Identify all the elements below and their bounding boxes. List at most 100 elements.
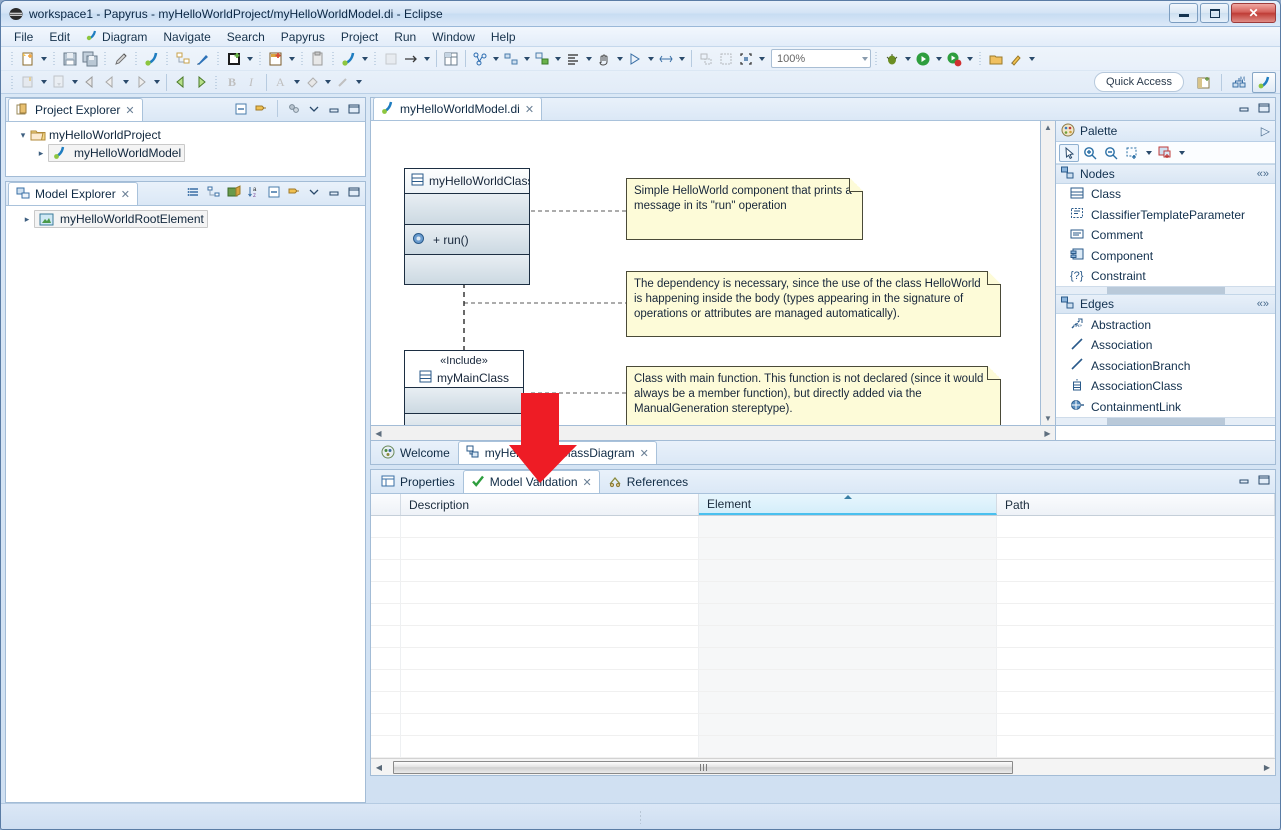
toolbar-grip[interactable] <box>258 51 263 66</box>
close-icon[interactable]: ✕ <box>583 476 592 489</box>
prev-dropdown[interactable] <box>120 73 131 92</box>
palette-item-component[interactable]: Component <box>1056 245 1275 266</box>
font-color-dropdown[interactable] <box>291 73 302 92</box>
run-dropdown[interactable] <box>933 49 944 68</box>
table-row[interactable] <box>371 582 1275 604</box>
palette-group-nodes[interactable]: Nodes «» <box>1056 164 1275 184</box>
toolbar-grip[interactable] <box>165 51 170 66</box>
maximize-button[interactable] <box>1200 3 1229 23</box>
open-perspective-icon[interactable] <box>1194 73 1214 92</box>
close-icon[interactable]: ✕ <box>121 188 130 201</box>
column-header-description[interactable]: Description <box>401 494 699 515</box>
palette-item-constraint[interactable]: {?} Constraint <box>1056 266 1275 287</box>
palette-edges-scroll[interactable] <box>1056 416 1275 425</box>
table-row[interactable] <box>371 714 1275 736</box>
menu-run[interactable]: Run <box>387 28 423 46</box>
canvas-horizontal-scrollbar[interactable]: ◀ ▶ <box>370 426 1056 441</box>
table-row[interactable] <box>371 560 1275 582</box>
scroll-thumb[interactable] <box>393 760 1013 774</box>
fit-icon[interactable] <box>736 49 756 68</box>
fill-color-dropdown[interactable] <box>322 73 333 92</box>
chevron-down-icon[interactable]: ▾ <box>16 130 30 141</box>
hand-icon[interactable] <box>594 49 614 68</box>
toolbar-grip[interactable] <box>52 51 57 66</box>
chevron-right-icon[interactable]: ▸ <box>34 148 48 159</box>
comment-note-1[interactable]: Simple HelloWorld component that prints … <box>626 178 863 240</box>
toolbar-grip[interactable] <box>300 51 305 66</box>
scroll-right-icon[interactable]: ▶ <box>1261 763 1273 772</box>
marquee-icon[interactable] <box>1122 144 1142 162</box>
table-row[interactable] <box>371 604 1275 626</box>
redo-arrow-icon[interactable] <box>191 73 211 92</box>
hand-dropdown[interactable] <box>614 49 625 68</box>
marker-dropdown[interactable] <box>38 73 49 92</box>
zoom-out-icon[interactable] <box>1101 144 1121 162</box>
tree-item-model[interactable]: ▸ myHelloWorldModel <box>10 144 365 162</box>
papyrus-model-icon[interactable] <box>339 49 359 68</box>
validation-horizontal-scrollbar[interactable]: ◀ ▶ <box>371 758 1275 775</box>
tree-icon[interactable] <box>206 184 222 200</box>
toolbar-grip[interactable] <box>103 51 108 66</box>
minimize-icon[interactable] <box>326 101 342 117</box>
toolbar-grip[interactable] <box>331 51 336 66</box>
column-header-path[interactable]: Path <box>997 494 1275 515</box>
menu-papyrus[interactable]: Papyrus <box>274 28 332 46</box>
class-node-hello[interactable]: myHelloWorldClass + run() <box>404 168 530 285</box>
palette-item-association[interactable]: Association <box>1056 335 1275 356</box>
tab-properties[interactable]: Properties <box>373 470 463 493</box>
new-wizard-dropdown[interactable] <box>38 49 49 68</box>
tab-welcome[interactable]: Welcome <box>373 441 458 464</box>
toolbar-grip[interactable] <box>978 51 983 66</box>
align-icon[interactable] <box>501 49 521 68</box>
palette-item-containment-link[interactable]: ContainmentLink <box>1056 396 1275 417</box>
tab-model-di[interactable]: myHelloWorldModel.di ✕ <box>373 97 543 120</box>
close-icon[interactable]: ✕ <box>125 104 134 117</box>
forward-dropdown[interactable] <box>151 73 162 92</box>
menu-edit[interactable]: Edit <box>42 28 77 46</box>
format-dropdown-icon[interactable] <box>1176 143 1187 162</box>
menu-file[interactable]: File <box>7 28 40 46</box>
column-header-icon[interactable] <box>371 494 401 515</box>
chevron-right-icon[interactable]: ▸ <box>20 214 34 225</box>
distribute-icon[interactable] <box>532 49 552 68</box>
class-attributes-compartment[interactable] <box>405 193 529 224</box>
layout-icon[interactable] <box>470 49 490 68</box>
text-align-dropdown[interactable] <box>583 49 594 68</box>
class-operations-compartment[interactable] <box>405 413 523 425</box>
open-folder-icon[interactable] <box>986 49 1006 68</box>
external-tools-dropdown[interactable] <box>1026 49 1037 68</box>
pen-icon[interactable] <box>111 49 131 68</box>
view-menu-icon[interactable] <box>306 101 322 117</box>
minimize-icon[interactable] <box>326 184 342 200</box>
tree-item-root-element[interactable]: ▸ myHelloWorldRootElement <box>10 210 365 228</box>
toolbar-grip[interactable] <box>216 51 221 66</box>
status-resize-handle[interactable] <box>639 809 642 824</box>
outline-icon[interactable] <box>173 49 193 68</box>
palette-group-edges[interactable]: Edges «» <box>1056 294 1275 315</box>
minimize-icon[interactable] <box>1236 472 1252 488</box>
tree-item-selected-wrapper[interactable]: myHelloWorldRootElement <box>34 210 208 228</box>
menu-diagram[interactable]: Diagram <box>79 27 154 46</box>
palette-item-association-class[interactable]: AssociationClass <box>1056 376 1275 397</box>
marquee-dropdown-icon[interactable] <box>1143 143 1154 162</box>
scroll-left-icon[interactable]: ◀ <box>373 763 385 772</box>
sort-az-icon[interactable]: az <box>246 184 262 200</box>
collapse-icon[interactable]: «» <box>1257 168 1269 180</box>
class-operations-compartment[interactable]: + run() <box>405 224 529 254</box>
scroll-thumb[interactable] <box>1106 417 1225 425</box>
tab-model-explorer[interactable]: Model Explorer ✕ <box>8 182 138 205</box>
run-icon[interactable] <box>913 49 933 68</box>
menu-project[interactable]: Project <box>334 28 385 46</box>
save-all-icon[interactable] <box>80 49 100 68</box>
toolbar-grip[interactable] <box>874 51 879 66</box>
zoom-combo[interactable]: 100% <box>771 49 871 68</box>
papyrus-model-dropdown[interactable] <box>359 49 370 68</box>
view-menu-icon[interactable] <box>306 184 322 200</box>
toolbar-grip[interactable] <box>10 74 15 90</box>
table-row[interactable] <box>371 516 1275 538</box>
papyrus-perspective-icon[interactable] <box>1252 72 1276 93</box>
minimize-icon[interactable] <box>1236 100 1252 116</box>
distribute-dropdown[interactable] <box>552 49 563 68</box>
view-menu-more-icon[interactable] <box>286 101 302 117</box>
tree-item-project[interactable]: ▾ myHelloWorldProject <box>10 126 365 144</box>
